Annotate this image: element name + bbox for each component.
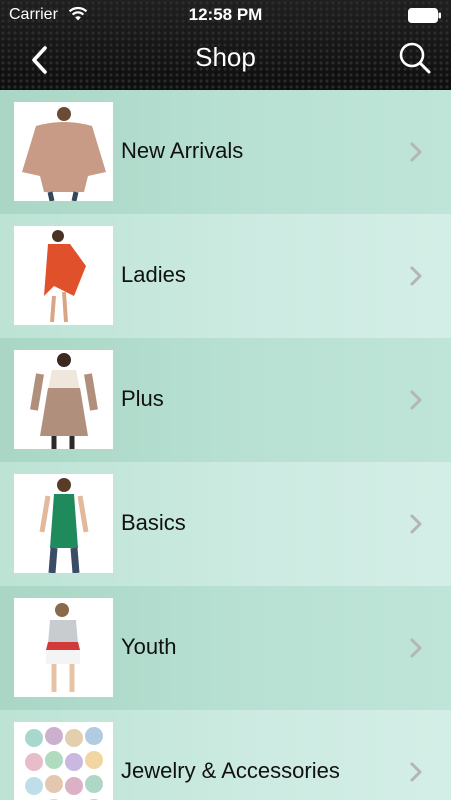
category-thumbnail <box>14 722 113 800</box>
category-label: Jewelry & Accessories <box>121 758 340 783</box>
category-row-plus[interactable]: Plus <box>0 338 451 462</box>
category-thumbnail <box>14 102 113 201</box>
top-bar: Carrier 12:58 PM Shop <box>0 0 451 90</box>
search-button[interactable] <box>395 38 435 78</box>
category-label: Youth <box>121 634 177 659</box>
category-list: New Arrivals Ladies Plus Basics Youth Je… <box>0 90 451 800</box>
category-label: Plus <box>121 386 164 411</box>
chevron-right-icon <box>410 142 422 162</box>
status-bar: Carrier 12:58 PM <box>0 0 451 30</box>
category-label: Basics <box>121 510 186 535</box>
search-icon <box>399 42 431 74</box>
chevron-right-icon <box>410 638 422 658</box>
category-label: New Arrivals <box>121 138 244 163</box>
chevron-left-icon <box>32 46 47 74</box>
category-row-ladies[interactable]: Ladies <box>0 214 451 338</box>
category-row-youth[interactable]: Youth <box>0 586 451 710</box>
category-thumbnail <box>14 474 113 573</box>
category-row-basics[interactable]: Basics <box>0 462 451 586</box>
navigation-bar: Shop <box>0 30 451 90</box>
chevron-right-icon <box>410 266 422 286</box>
category-thumbnail <box>14 226 113 325</box>
battery-icon <box>408 8 441 23</box>
category-row-new-arrivals[interactable]: New Arrivals <box>0 90 451 214</box>
back-button[interactable] <box>22 40 58 80</box>
chevron-right-icon <box>410 390 422 410</box>
category-thumbnail <box>14 598 113 697</box>
page-title: Shop <box>195 42 256 72</box>
category-label: Ladies <box>121 262 186 287</box>
status-time: 12:58 PM <box>188 5 263 24</box>
category-thumbnail <box>14 350 113 449</box>
chevron-right-icon <box>410 514 422 534</box>
category-row-jewelry-accessories[interactable]: Jewelry & Accessories <box>0 710 451 800</box>
chevron-right-icon <box>410 762 422 782</box>
